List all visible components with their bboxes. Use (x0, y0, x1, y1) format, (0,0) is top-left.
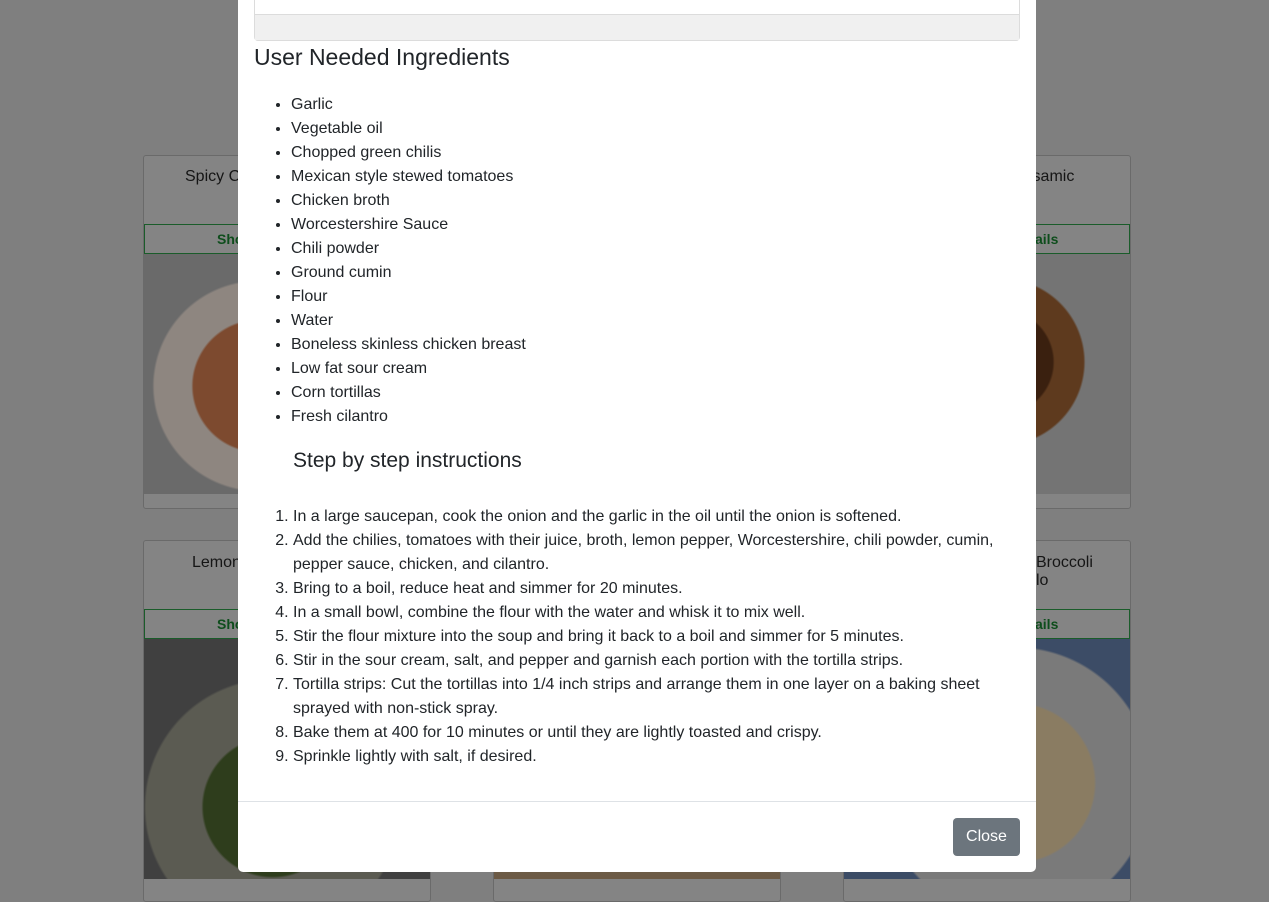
recipe-details-modal: User Needed Ingredients GarlicVegetable … (238, 0, 1036, 872)
ingredient-item: Chicken broth (291, 189, 526, 213)
instruction-step: Stir the flour mixture into the soup and… (293, 625, 1014, 649)
ingredient-item: Boneless skinless chicken breast (291, 333, 526, 357)
ingredient-item: Flour (291, 285, 526, 309)
close-button[interactable]: Close (953, 818, 1020, 856)
ingredient-item: Chili powder (291, 237, 526, 261)
ingredient-item: Corn tortillas (291, 381, 526, 405)
ingredient-item: Vegetable oil (291, 117, 526, 141)
instruction-step: In a small bowl, combine the flour with … (293, 601, 1014, 625)
instruction-step: In a large saucepan, cook the onion and … (293, 505, 1014, 529)
ingredient-item: Mexican style stewed tomatoes (291, 165, 526, 189)
ingredient-item: Water (291, 309, 526, 333)
ingredient-item: Worcestershire Sauce (291, 213, 526, 237)
ingredient-item: Chopped green chilis (291, 141, 526, 165)
ingredients-list: GarlicVegetable oilChopped green chilisM… (254, 93, 526, 429)
instruction-step: Bake them at 400 for 10 minutes or until… (293, 721, 1014, 745)
recipe-summary-box (254, 0, 1020, 41)
ingredients-heading: User Needed Ingredients (254, 44, 510, 70)
recipe-summary-footer (255, 14, 1019, 40)
instruction-step: Stir in the sour cream, salt, and pepper… (293, 649, 1014, 673)
ingredient-item: Garlic (291, 93, 526, 117)
instructions-heading: Step by step instructions (293, 449, 522, 472)
instruction-step: Tortilla strips: Cut the tortillas into … (293, 673, 1014, 721)
instructions-list: In a large saucepan, cook the onion and … (254, 505, 1014, 769)
ingredient-item: Fresh cilantro (291, 405, 526, 429)
ingredient-item: Low fat sour cream (291, 357, 526, 381)
instruction-step: Sprinkle lightly with salt, if desired. (293, 745, 1014, 769)
modal-footer-divider (238, 801, 1036, 802)
instruction-step: Bring to a boil, reduce heat and simmer … (293, 577, 1014, 601)
ingredient-item: Ground cumin (291, 261, 526, 285)
instruction-step: Add the chilies, tomatoes with their jui… (293, 529, 1014, 577)
